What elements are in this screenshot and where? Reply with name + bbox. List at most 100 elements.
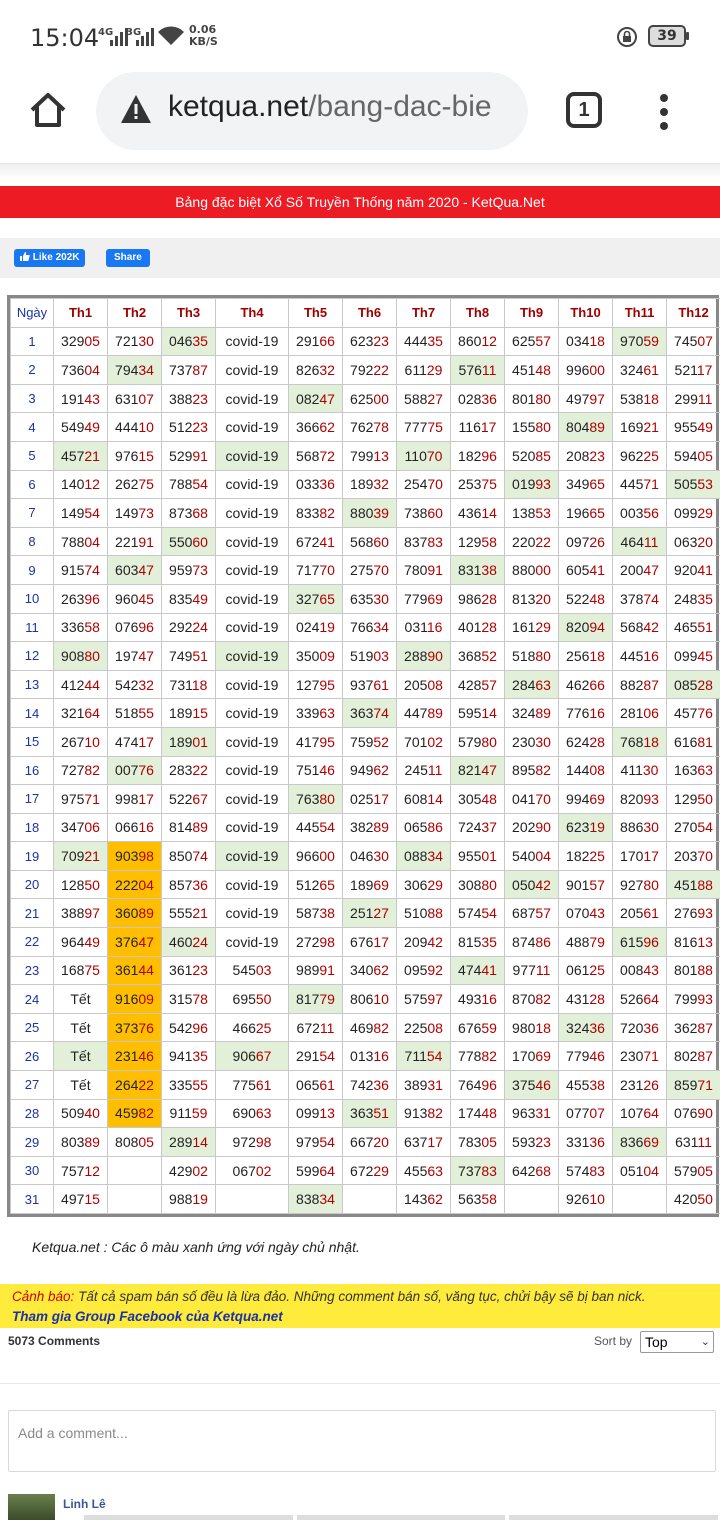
result-cell: 16921	[612, 412, 667, 442]
result-cell: 20508	[396, 669, 451, 700]
table-body: 1 32905 72130 04635 covid-19 29166 62323 44435 8…	[10, 326, 720, 1214]
result-cell: 22022	[504, 526, 559, 557]
result-cell: 22204	[107, 869, 162, 900]
result-cell: covid-19	[215, 784, 289, 814]
avatar[interactable]	[8, 1494, 55, 1520]
facebook-like-button[interactable]: Like 202K	[14, 249, 86, 267]
result-cell: 29911	[666, 383, 720, 414]
result-cell: 37647	[107, 927, 162, 957]
result-cell: 67659	[450, 1012, 505, 1043]
social-strip: Like 202K Share	[0, 238, 720, 278]
result-cell: 94135	[161, 1041, 216, 1072]
result-cell: 18969	[342, 869, 397, 900]
facebook-group-link[interactable]: Tham gia Group Facebook của Ketqua.net	[12, 1307, 720, 1327]
status-bar: 15:04 4G 3G 0.06 KB/S 39	[0, 0, 720, 72]
result-cell: covid-19	[215, 469, 289, 500]
result-cell: 52991	[161, 440, 216, 471]
result-cell: 81320	[504, 583, 559, 614]
result-cell: 71770	[288, 555, 343, 585]
spam-warning: Cảnh báo: Tất cả spam bán số đều là lừa …	[0, 1284, 720, 1328]
result-cell: 63107	[107, 383, 162, 414]
result-cell: 25127	[342, 898, 397, 929]
result-cell: 75952	[342, 726, 397, 757]
result-cell: 62428	[558, 726, 613, 757]
tab-switcher-button[interactable]: 1	[566, 92, 602, 128]
result-cell: 88039	[342, 498, 397, 528]
result-cell: 96045	[107, 583, 162, 614]
result-cell: 03418	[558, 326, 613, 357]
table-row: 23 16875 36144 36123 54503 98991 34062 09592 474…	[10, 955, 720, 986]
result-cell: 36374	[342, 698, 397, 728]
result-cell: covid-19	[215, 927, 289, 957]
warning-triangle-icon[interactable]	[120, 94, 152, 124]
table-row: 2 73604 79434 73787 covid-19 82632 79222 61129 5…	[10, 355, 720, 385]
sort-select[interactable]: Top ⌄	[640, 1331, 714, 1353]
result-cell: 77882	[450, 1041, 505, 1072]
result-cell: 46411	[612, 526, 667, 557]
table-row: 7 14954 14973 87368 covid-19 83382 88039 73860 4…	[10, 498, 720, 528]
result-cell: 59514	[450, 698, 505, 728]
result-cell: 52664	[612, 984, 667, 1014]
result-cell: 85074	[161, 841, 216, 871]
result-cell: 37874	[612, 583, 667, 614]
facebook-share-button[interactable]: Share	[106, 249, 150, 267]
result-cell: 67241	[288, 526, 343, 557]
result-cell: 25470	[396, 469, 451, 500]
result-cell: 28322	[161, 755, 216, 786]
comment-author[interactable]: Linh Lê	[63, 1497, 106, 1511]
result-cell: 87082	[504, 984, 559, 1014]
result-cell: 11617	[450, 412, 505, 442]
result-cell: 11070	[396, 440, 451, 471]
result-cell: 17017	[612, 841, 667, 871]
result-cell: 51088	[396, 898, 451, 929]
overflow-menu-icon[interactable]	[654, 92, 674, 132]
result-cell: 80188	[666, 955, 720, 986]
thumbs-up-icon	[20, 252, 30, 261]
result-cell: 14408	[558, 755, 613, 786]
table-row: 26 Tết 23146 94135 90667 29154 01316 71154 77882…	[10, 1041, 720, 1072]
result-cell: 29166	[288, 326, 343, 357]
result-cell: 06125	[558, 955, 613, 986]
result-cell: 12795	[288, 669, 343, 700]
result-cell: 07707	[558, 1098, 613, 1129]
result-cell: 95973	[161, 555, 216, 585]
result-cell: 77561	[215, 1070, 289, 1100]
address-bar[interactable]: ketqua.net/bang-dac-bie	[96, 72, 528, 150]
result-cell: 73118	[161, 669, 216, 700]
result-cell: 62500	[342, 383, 397, 414]
result-cell: 33658	[53, 612, 108, 643]
result-cell: 53818	[612, 383, 667, 414]
result-cell: 14954	[53, 498, 108, 528]
result-cell: 81779	[288, 984, 343, 1014]
result-cell: 44571	[612, 469, 667, 500]
result-cell: 82632	[288, 355, 343, 385]
result-cell: 23146	[107, 1041, 162, 1072]
column-header-th7: Th7	[396, 298, 451, 328]
result-cell: 06320	[666, 526, 720, 557]
result-cell: 72782	[53, 755, 108, 786]
result-cell: 73787	[161, 355, 216, 385]
result-cell: 33555	[161, 1070, 216, 1100]
result-cell: 51880	[504, 641, 559, 671]
result-cell: 18932	[342, 469, 397, 500]
result-cell: 18915	[161, 698, 216, 728]
result-cell: 30548	[450, 784, 505, 814]
result-cell: 96225	[612, 440, 667, 471]
home-icon[interactable]	[28, 90, 68, 130]
url-text[interactable]: ketqua.net/bang-dac-bie	[168, 90, 514, 124]
result-cell: 15580	[504, 412, 559, 442]
result-cell: 80805	[107, 1127, 162, 1157]
result-cell: 08528	[666, 669, 720, 700]
result-cell: 38931	[396, 1070, 451, 1100]
result-cell: 83138	[450, 555, 505, 585]
column-header-th9: Th9	[504, 298, 559, 328]
result-cell: 49316	[450, 984, 505, 1014]
table-row: 19 70921 90398 85074 covid-19 96600 04630 08834…	[10, 841, 720, 871]
result-cell: covid-19	[215, 355, 289, 385]
table-row: 21 38897 36089 55521 covid-19 58738 25127 51088…	[10, 898, 720, 929]
result-cell: 32461	[612, 355, 667, 385]
result-cell: 97954	[288, 1127, 343, 1157]
comment-input[interactable]: Add a comment...	[8, 1410, 716, 1472]
day-cell: 5	[10, 440, 54, 471]
result-cell: 83549	[161, 583, 216, 614]
